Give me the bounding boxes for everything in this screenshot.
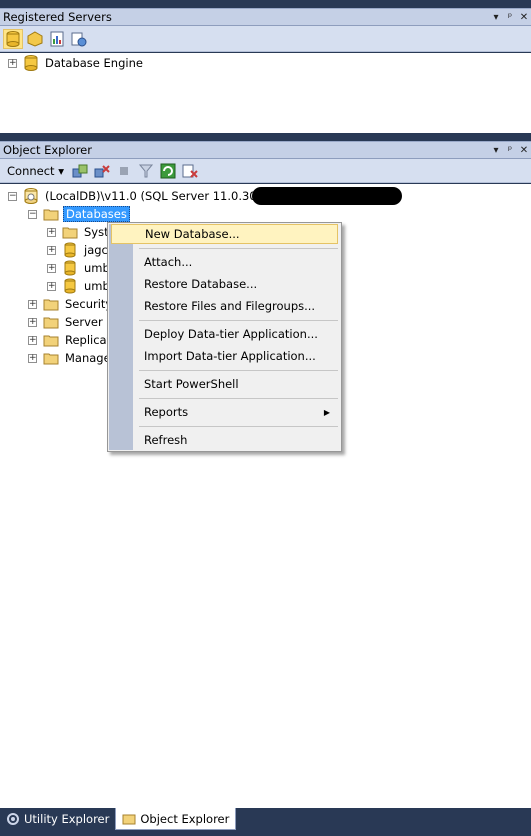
utility-explorer-icon [7,813,19,825]
menu-label: Attach... [144,255,193,269]
tab-object-explorer[interactable]: Object Explorer [115,808,237,830]
reporting-services-icon[interactable] [47,29,67,49]
databases-label: Databases [63,206,130,222]
connect-object-icon[interactable] [70,161,90,181]
pin-icon[interactable]: ᵖ [503,12,517,23]
registered-servers-toolbar [0,26,531,52]
menu-separator [139,398,338,399]
object-explorer-title: Object Explorer [3,143,92,157]
dropdown-arrow-icon[interactable]: ▾ [489,145,503,156]
bottom-tab-strip: Utility Explorer Object Explorer [0,808,531,836]
tree-node-database-engine[interactable]: + Database Engine [8,54,145,72]
menu-separator [139,370,338,371]
menu-item-restore-files[interactable]: Restore Files and Filegroups... [111,296,338,316]
disconnect-icon[interactable] [92,161,112,181]
tree-node-security[interactable]: + Security [28,295,114,313]
menu-label: Start PowerShell [144,377,239,391]
registered-servers-pane: + Database Engine [0,53,531,133]
server-icon [24,188,38,204]
folder-icon [43,317,59,329]
menu-item-reports[interactable]: Reports ▶ [111,402,338,422]
collapse-icon[interactable]: − [8,191,17,201]
stop-icon[interactable] [114,161,134,181]
folder-icon [43,353,59,365]
connect-button[interactable]: Connect ▾ [3,164,68,178]
menu-label: New Database... [145,227,240,241]
menu-item-import-data-tier[interactable]: Import Data-tier Application... [111,346,338,366]
object-explorer-icon [122,814,136,824]
menu-label: Deploy Data-tier Application... [144,327,318,341]
collapse-icon[interactable]: − [28,209,37,219]
tree-node-server-objects[interactable]: + Server O [28,313,117,331]
server-label: (LocalDB)\v11.0 (SQL Server 11.0.3000 - [45,189,280,203]
tree-node-replication[interactable]: + Replicat [28,331,113,349]
redaction-mark [252,187,402,205]
menu-item-deploy-data-tier[interactable]: Deploy Data-tier Application... [111,324,338,344]
database-icon [64,242,76,258]
submenu-arrow-icon: ▶ [323,407,330,417]
menu-item-refresh[interactable]: Refresh [111,430,338,450]
tree-node-management[interactable]: + Manage [28,349,113,367]
folder-icon [43,209,59,221]
registered-servers-title: Registered Servers [3,10,112,24]
context-menu: New Database... Attach... Restore Databa… [107,222,342,452]
tree-node-server[interactable]: − (LocalDB)\v11.0 (SQL Server 11.0.3000 … [8,187,281,205]
tree-node-databases[interactable]: − Databases [28,205,130,223]
menu-separator [139,248,338,249]
expand-icon[interactable]: + [47,281,56,291]
tree-node-database[interactable]: + umb [47,259,112,277]
tab-label: Object Explorer [140,811,230,826]
refresh-icon[interactable] [158,161,178,181]
close-icon[interactable]: ✕ [517,145,531,156]
expand-icon[interactable]: + [47,263,56,273]
tab-label: Utility Explorer [24,812,110,826]
tree-label: Database Engine [45,56,143,70]
tree-node-database[interactable]: + umb [47,277,112,295]
menu-separator [139,320,338,321]
menu-label: Refresh [144,433,188,447]
database-engine-icon [24,55,38,71]
menu-item-restore-database[interactable]: Restore Database... [111,274,338,294]
menu-separator [139,426,338,427]
expand-icon[interactable]: + [28,353,37,363]
folder-icon [62,227,78,239]
expand-icon[interactable]: + [8,58,17,68]
tab-utility-explorer[interactable]: Utility Explorer [0,808,115,830]
menu-label: Reports [144,405,189,419]
integration-services-icon[interactable] [69,29,89,49]
tree-label: Manage [65,351,111,365]
database-icon [64,278,76,294]
registered-servers-titlebar: Registered Servers ▾ ᵖ ✕ [0,8,531,26]
tree-label: Replicat [65,333,112,347]
database-icon [64,260,76,276]
menu-item-new-database[interactable]: New Database... [111,224,338,244]
expand-icon[interactable]: + [28,335,37,345]
menu-label: Restore Files and Filegroups... [144,299,316,313]
menu-label: Restore Database... [144,277,258,291]
menu-item-start-powershell[interactable]: Start PowerShell [111,374,338,394]
folder-icon [43,299,59,311]
menu-label: Import Data-tier Application... [144,349,316,363]
folder-icon [43,335,59,347]
expand-icon[interactable]: + [28,299,37,309]
expand-icon[interactable]: + [47,245,56,255]
menu-item-attach[interactable]: Attach... [111,252,338,272]
activity-monitor-icon[interactable] [180,161,200,181]
filter-icon[interactable] [136,161,156,181]
dropdown-arrow-icon[interactable]: ▾ [489,12,503,23]
close-icon[interactable]: ✕ [517,12,531,23]
expand-icon[interactable]: + [47,227,56,237]
pin-icon[interactable]: ᵖ [503,145,517,156]
object-explorer-toolbar: Connect ▾ [0,159,531,183]
analysis-services-icon[interactable] [25,29,45,49]
object-explorer-titlebar: Object Explorer ▾ ᵖ ✕ [0,141,531,159]
expand-icon[interactable]: + [28,317,37,327]
database-engine-icon[interactable] [3,28,23,49]
tree-node-database[interactable]: + jagc- [47,241,114,259]
